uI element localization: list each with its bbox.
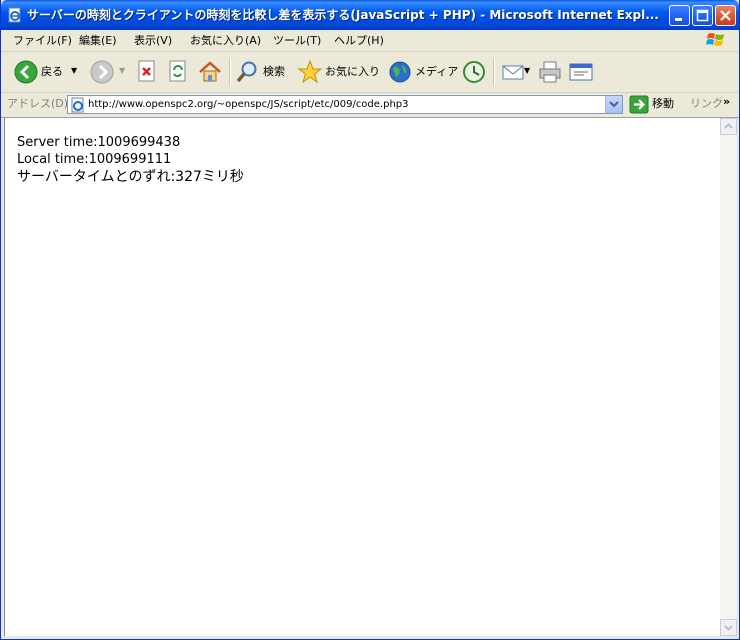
address-bar: アドレス(D) http://www.openspc2.org/~openspc… bbox=[1, 93, 739, 118]
stop-button[interactable] bbox=[135, 58, 159, 86]
menu-edit[interactable]: 編集(E) bbox=[79, 33, 117, 48]
browser-window: サーバーの時刻とクライアントの時刻を比較し差を表示する(JavaScript +… bbox=[0, 0, 740, 640]
search-icon bbox=[236, 61, 257, 83]
windows-logo-icon bbox=[705, 31, 727, 49]
close-icon bbox=[720, 10, 731, 21]
history-icon bbox=[463, 61, 485, 83]
go-arrow-icon bbox=[629, 95, 649, 114]
chevron-down-icon bbox=[724, 625, 733, 631]
maximize-icon bbox=[696, 9, 709, 22]
favorites-button[interactable]: お気に入り bbox=[297, 58, 381, 86]
menu-favorites[interactable]: お気に入り(A) bbox=[190, 33, 261, 48]
title-bar[interactable]: サーバーの時刻とクライアントの時刻を比較し差を表示する(JavaScript +… bbox=[1, 0, 739, 30]
back-dropdown-icon[interactable]: ▼ bbox=[71, 66, 77, 75]
home-icon bbox=[199, 61, 221, 82]
refresh-icon bbox=[169, 60, 186, 82]
menu-file[interactable]: ファイル(F) bbox=[13, 33, 72, 48]
menu-tools[interactable]: ツール(T) bbox=[273, 33, 321, 48]
links-more-icon[interactable]: » bbox=[723, 95, 730, 109]
home-button[interactable] bbox=[197, 58, 223, 86]
scroll-up-button[interactable] bbox=[720, 118, 737, 135]
ie-page-icon bbox=[71, 97, 84, 113]
server-time-text: Server time:1009699438 bbox=[17, 135, 181, 150]
address-url: http://www.openspc2.org/~openspc/JS/scri… bbox=[88, 99, 409, 110]
toolbar-separator bbox=[229, 58, 231, 86]
chevron-up-icon bbox=[724, 123, 733, 129]
search-label: 検索 bbox=[263, 65, 285, 78]
stop-icon bbox=[138, 60, 155, 82]
minimize-button[interactable] bbox=[669, 5, 690, 26]
maximize-button[interactable] bbox=[692, 5, 713, 26]
edit-document-icon bbox=[569, 63, 593, 81]
menu-help[interactable]: ヘルプ(H) bbox=[334, 33, 384, 48]
links-label[interactable]: リンク bbox=[690, 97, 723, 111]
edit-button[interactable] bbox=[568, 58, 594, 86]
vertical-scrollbar[interactable] bbox=[720, 118, 737, 636]
forward-button[interactable]: ▼ bbox=[89, 58, 129, 86]
chevron-down-icon bbox=[609, 101, 619, 108]
time-difference-text: サーバータイムとのずれ:327ミリ秒 bbox=[17, 169, 244, 185]
go-label[interactable]: 移動 bbox=[652, 97, 674, 111]
menu-view[interactable]: 表示(V) bbox=[134, 33, 172, 48]
history-button[interactable] bbox=[461, 58, 487, 86]
mail-icon bbox=[502, 65, 524, 80]
favorites-star-icon bbox=[297, 59, 323, 84]
back-arrow-icon bbox=[14, 60, 38, 84]
mail-dropdown-icon[interactable]: ▼ bbox=[524, 66, 530, 75]
ie-page-icon bbox=[7, 7, 23, 23]
standard-toolbar: 戻る ▼ ▼ 検索 お気に入り メディア ▼ bbox=[1, 52, 739, 93]
minimize-icon bbox=[675, 18, 682, 21]
window-title: サーバーの時刻とクライアントの時刻を比較し差を表示する(JavaScript +… bbox=[27, 8, 659, 22]
media-label: メディア bbox=[415, 65, 459, 78]
scroll-down-button[interactable] bbox=[720, 619, 737, 636]
page-content: Server time:1009699438 Local time:100969… bbox=[4, 118, 721, 636]
toolbar-separator bbox=[493, 58, 495, 86]
close-button[interactable] bbox=[715, 5, 736, 26]
forward-arrow-icon bbox=[90, 60, 114, 84]
address-label: アドレス(D) bbox=[7, 97, 69, 110]
print-button[interactable] bbox=[537, 58, 563, 86]
back-button[interactable]: 戻る ▼ bbox=[11, 58, 81, 86]
mail-button[interactable]: ▼ bbox=[500, 58, 534, 86]
refresh-button[interactable] bbox=[166, 58, 190, 86]
search-button[interactable]: 検索 bbox=[235, 58, 291, 86]
media-button[interactable]: メディア bbox=[387, 58, 458, 86]
go-button[interactable] bbox=[629, 95, 649, 114]
address-dropdown-button[interactable] bbox=[605, 96, 622, 113]
address-input[interactable]: http://www.openspc2.org/~openspc/JS/scri… bbox=[67, 95, 623, 114]
printer-icon bbox=[539, 61, 561, 83]
favorites-label: お気に入り bbox=[325, 65, 380, 78]
forward-dropdown-icon[interactable]: ▼ bbox=[119, 66, 125, 75]
media-globe-icon bbox=[389, 61, 411, 83]
local-time-text: Local time:1009699111 bbox=[17, 152, 172, 167]
menu-bar: ファイル(F) 編集(E) 表示(V) お気に入り(A) ツール(T) ヘルプ(… bbox=[1, 30, 739, 52]
back-label: 戻る bbox=[41, 65, 63, 78]
